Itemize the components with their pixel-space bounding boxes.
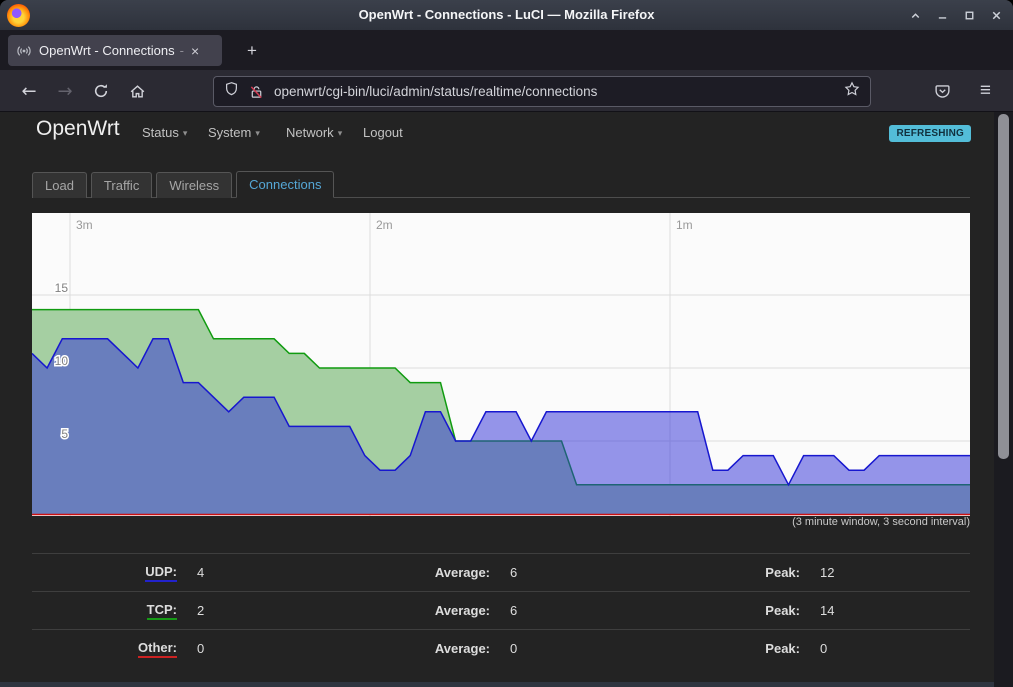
tcp-current: 2 — [177, 603, 337, 618]
chart-caption: (3 minute window, 3 second interval) — [792, 516, 970, 528]
tcp-average: 6 — [490, 603, 670, 618]
minimize-button[interactable] — [936, 9, 949, 22]
caret-down-icon: ▾ — [255, 128, 260, 138]
tab-connections[interactable]: Connections — [236, 171, 334, 198]
udp-average-label: Average: — [337, 565, 490, 580]
tcp-average-label: Average: — [337, 603, 490, 618]
realtime-tabs: Load Traffic Wireless Connections — [32, 171, 970, 198]
reload-button[interactable] — [86, 70, 116, 112]
tab-wireless[interactable]: Wireless — [156, 172, 232, 198]
tab-traffic[interactable]: Traffic — [91, 172, 152, 198]
svg-text:15: 15 — [55, 281, 69, 295]
close-button[interactable] — [990, 9, 1003, 22]
shade-button[interactable] — [909, 9, 922, 22]
new-tab-button[interactable]: + — [240, 39, 264, 63]
other-average: 0 — [490, 641, 670, 656]
url-text: openwrt/cgi-bin/luci/admin/status/realti… — [274, 84, 844, 99]
menu-system[interactable]: System▾ — [208, 125, 260, 140]
url-bar[interactable]: openwrt/cgi-bin/luci/admin/status/realti… — [213, 76, 871, 107]
tcp-peak-label: Peak: — [670, 603, 800, 618]
home-button[interactable] — [122, 70, 152, 112]
udp-current: 4 — [177, 565, 337, 580]
bookmark-star-icon[interactable] — [844, 81, 860, 102]
bottom-strip — [0, 682, 994, 687]
browser-tab[interactable]: OpenWrt - Connections - × — [8, 35, 222, 66]
refreshing-badge: REFRESHING — [889, 125, 971, 142]
svg-text:1m: 1m — [676, 218, 693, 232]
caret-down-icon: ▾ — [183, 128, 188, 138]
menu-logout[interactable]: Logout — [363, 125, 403, 140]
browser-tab-bar: OpenWrt - Connections - × + — [0, 30, 1013, 70]
other-average-label: Average: — [337, 641, 490, 656]
svg-text:5: 5 — [61, 427, 68, 441]
other-current: 0 — [177, 641, 337, 656]
udp-peak-label: Peak: — [670, 565, 800, 580]
menu-status[interactable]: Status▾ — [142, 125, 187, 140]
insecure-lock-icon[interactable] — [249, 84, 264, 100]
svg-text:2m: 2m — [376, 218, 393, 232]
udp-peak: 12 — [800, 565, 970, 580]
app-menu-button[interactable]: ≡ — [980, 70, 991, 112]
browser-tab-title: OpenWrt - Connections — [39, 43, 175, 58]
forward-button[interactable]: → — [50, 70, 80, 112]
pocket-icon[interactable] — [934, 70, 951, 112]
tcp-peak: 14 — [800, 603, 970, 618]
table-row-udp: UDP: 4 Average: 6 Peak: 12 — [32, 553, 970, 591]
titlebar: OpenWrt - Connections - LuCI — Mozilla F… — [0, 0, 1013, 30]
other-peak: 0 — [800, 641, 970, 656]
chart-svg: 3m 2m 1m 15 10 5 — [32, 213, 970, 516]
openwrt-favicon-icon — [16, 43, 32, 59]
connections-chart: 3m 2m 1m 15 10 5 — [32, 213, 970, 516]
svg-text:3m: 3m — [76, 218, 93, 232]
tracking-shield-icon[interactable] — [224, 81, 239, 102]
tcp-label: TCP: — [147, 602, 177, 620]
back-button[interactable]: ← — [14, 70, 44, 112]
menu-network[interactable]: Network▾ — [286, 125, 342, 140]
svg-text:10: 10 — [55, 354, 69, 368]
table-row-other: Other: 0 Average: 0 Peak: 0 — [32, 629, 970, 667]
udp-label: UDP: — [145, 564, 177, 582]
table-row-tcp: TCP: 2 Average: 6 Peak: 14 — [32, 591, 970, 629]
tab-close-icon[interactable]: × — [191, 43, 199, 59]
scrollbar-track[interactable] — [994, 112, 1013, 687]
maximize-button[interactable] — [963, 9, 976, 22]
scrollbar-thumb[interactable] — [998, 114, 1009, 459]
udp-average: 6 — [490, 565, 670, 580]
other-peak-label: Peak: — [670, 641, 800, 656]
caret-down-icon: ▾ — [338, 128, 343, 138]
tab-title-ellipsis: - — [180, 43, 184, 58]
other-label: Other: — [138, 640, 177, 658]
stats-table: UDP: 4 Average: 6 Peak: 12 TCP: 2 Averag… — [32, 553, 970, 667]
firefox-window: OpenWrt - Connections - LuCI — Mozilla F… — [0, 0, 1013, 687]
tab-load[interactable]: Load — [32, 172, 87, 198]
openwrt-brand: OpenWrt — [36, 117, 120, 141]
window-title: OpenWrt - Connections - LuCI — Mozilla F… — [0, 0, 1013, 30]
